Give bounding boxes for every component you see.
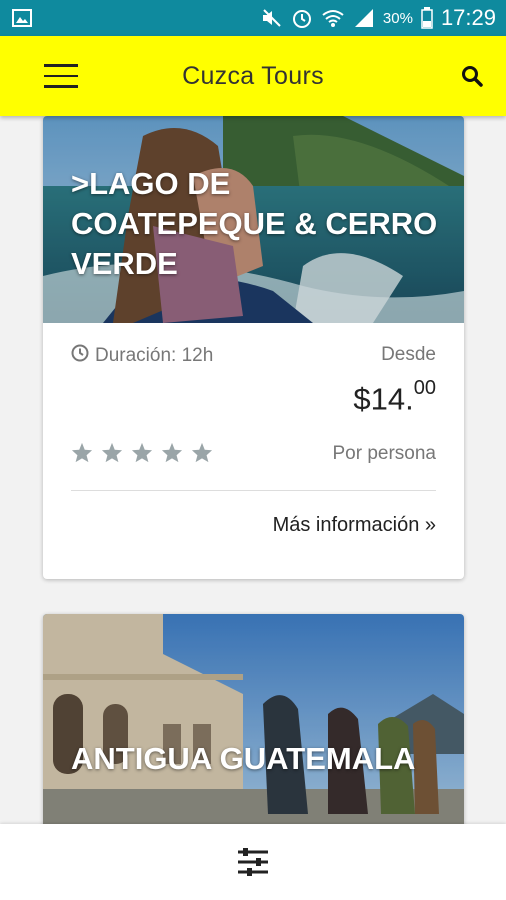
tour-image[interactable]: >LAGO DE COATEPEQUE & CERRO VERDE <box>43 116 464 323</box>
clock-icon <box>71 344 89 368</box>
duration-text: Duración: 12h <box>95 345 214 366</box>
signal-icon <box>353 8 375 28</box>
star-icon <box>131 442 153 463</box>
star-icon <box>191 442 213 463</box>
menu-icon[interactable] <box>44 64 78 90</box>
filter-sliders-icon[interactable] <box>236 845 270 879</box>
price-from-label: Desde <box>381 344 436 365</box>
alarm-icon <box>291 7 313 29</box>
search-icon[interactable] <box>460 64 484 88</box>
divider <box>71 490 436 491</box>
star-icon <box>71 442 93 463</box>
star-icon <box>161 442 183 463</box>
mute-icon <box>261 8 283 28</box>
tour-list[interactable]: >LAGO DE COATEPEQUE & CERRO VERDE Duraci… <box>0 116 506 824</box>
rating-stars <box>71 442 213 463</box>
tour-image[interactable]: ANTIGUA GUATEMALA <box>43 614 464 824</box>
wifi-icon <box>321 8 345 28</box>
price-main: $14. <box>353 381 414 417</box>
app-bar: Cuzca Tours <box>0 36 506 116</box>
gallery-icon <box>12 9 32 27</box>
bottom-bar <box>0 824 506 900</box>
battery-percent: 30% <box>382 9 413 27</box>
price-cents: 00 <box>413 377 436 399</box>
battery-icon <box>421 7 433 29</box>
tour-title: ANTIGUA GUATEMALA <box>71 741 416 776</box>
tour-title: >LAGO DE COATEPEQUE & CERRO VERDE <box>71 166 438 281</box>
price: $14.00 <box>353 377 436 417</box>
per-person-label: Por persona <box>332 443 436 464</box>
star-icon <box>101 442 123 463</box>
tour-card[interactable]: >LAGO DE COATEPEQUE & CERRO VERDE Duraci… <box>43 116 464 579</box>
clock-time: 17:29 <box>440 5 496 30</box>
more-info-link[interactable]: Más información » <box>273 514 436 537</box>
status-bar: 30% 17:29 <box>0 0 506 36</box>
tour-card[interactable]: ANTIGUA GUATEMALA <box>43 614 464 824</box>
